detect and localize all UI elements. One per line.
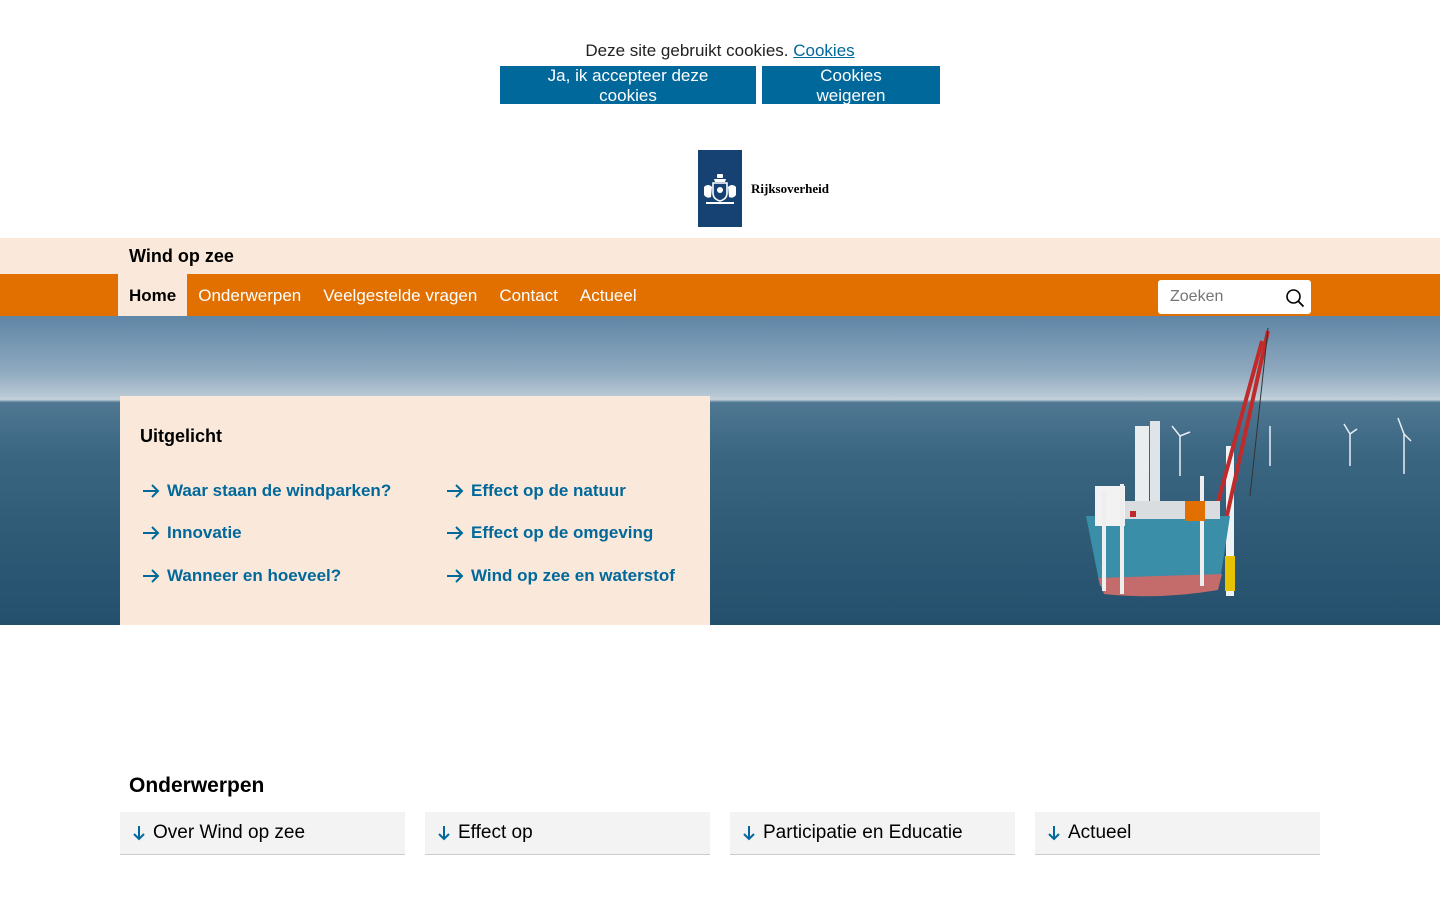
arrow-right-icon — [447, 526, 464, 540]
link-wind-op-zee-en-waterstof[interactable]: Wind op zee en waterstof — [446, 566, 675, 586]
main-navigation: Home Onderwerpen Veelgestelde vragen Con… — [0, 274, 1440, 316]
topic-over-wind-op-zee[interactable]: Over Wind op zee — [120, 812, 405, 855]
cookie-text: Deze site gebruikt cookies. — [585, 41, 789, 60]
arrow-right-icon — [447, 569, 464, 583]
link-innovatie[interactable]: Innovatie — [142, 523, 242, 543]
nav-item-home[interactable]: Home — [118, 274, 188, 316]
topics-list: Over Wind op zee Effect op Participatie … — [120, 812, 1320, 855]
nav-item-contact[interactable]: Contact — [488, 274, 569, 316]
link-label: Wanneer en hoeveel? — [167, 566, 342, 585]
arrow-right-icon — [143, 484, 160, 498]
cookie-banner: Deze site gebruikt cookies. Cookies Ja, … — [0, 38, 1440, 105]
link-waar-staan-de-windparken[interactable]: Waar staan de windparken? — [142, 481, 391, 501]
arrow-down-icon — [438, 826, 450, 841]
arrow-down-icon — [1048, 826, 1060, 841]
arrow-down-icon — [743, 826, 755, 841]
nav-item-veelgestelde-vragen[interactable]: Veelgestelde vragen — [312, 274, 488, 316]
topic-actueel[interactable]: Actueel — [1035, 812, 1320, 855]
arrow-right-icon — [143, 569, 160, 583]
cookie-message: Deze site gebruikt cookies. Cookies — [0, 38, 1440, 64]
featured-panel: Uitgelicht Waar staan de windparken? Eff… — [120, 396, 710, 625]
topic-label: Effect op — [458, 822, 533, 843]
search-icon[interactable] — [1285, 288, 1305, 308]
topic-label: Participatie en Educatie — [763, 822, 963, 843]
link-label: Innovatie — [167, 523, 242, 542]
accept-cookies-button[interactable]: Ja, ik accepteer deze cookies — [500, 66, 756, 105]
link-wanneer-en-hoeveel[interactable]: Wanneer en hoeveel? — [142, 566, 341, 586]
topic-label: Actueel — [1068, 822, 1132, 843]
link-effect-op-de-omgeving[interactable]: Effect op de omgeving — [446, 523, 653, 543]
search-input[interactable] — [1158, 280, 1276, 314]
link-label: Wind op zee en waterstof — [471, 566, 675, 585]
arrow-right-icon — [447, 484, 464, 498]
site-header: Wind op zee — [0, 238, 1440, 274]
site-title[interactable]: Wind op zee — [129, 246, 234, 267]
logo-text: Rijksoverheid — [751, 180, 829, 196]
featured-title: Uitgelicht — [140, 426, 223, 446]
refuse-cookies-button[interactable]: Cookies weigeren — [762, 66, 940, 105]
coat-of-arms-icon — [698, 150, 742, 227]
nav-item-actueel[interactable]: Actueel — [569, 274, 648, 316]
rijksoverheid-logo[interactable]: Rijksoverheid — [698, 150, 829, 227]
cookies-link[interactable]: Cookies — [793, 41, 854, 60]
topic-participatie-en-educatie[interactable]: Participatie en Educatie — [730, 812, 1015, 855]
link-label: Waar staan de windparken? — [167, 481, 392, 500]
topics-title: Onderwerpen — [129, 774, 265, 797]
nav-item-onderwerpen[interactable]: Onderwerpen — [187, 274, 312, 316]
link-effect-op-de-natuur[interactable]: Effect op de natuur — [446, 481, 626, 501]
arrow-right-icon — [143, 526, 160, 540]
topic-effect-op[interactable]: Effect op — [425, 812, 710, 855]
arrow-down-icon — [133, 826, 145, 841]
link-label: Effect op de omgeving — [471, 523, 654, 542]
topic-label: Over Wind op zee — [153, 822, 306, 843]
link-label: Effect op de natuur — [471, 481, 626, 500]
search-box — [1158, 280, 1311, 314]
